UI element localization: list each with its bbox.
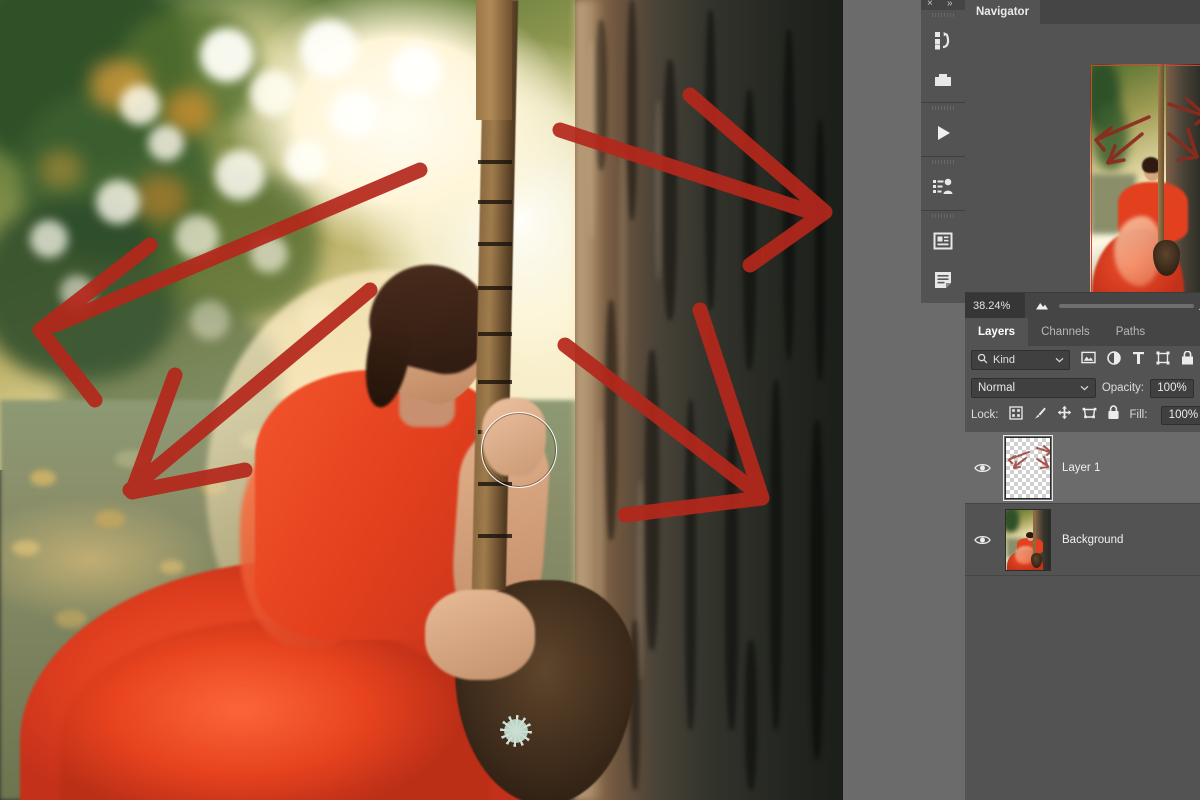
collapsed-panel-dock: × » (921, 0, 965, 245)
notes-icon[interactable] (921, 260, 965, 299)
lock-all-icon[interactable] (1107, 405, 1120, 425)
lock-transparent-pixels-icon[interactable] (1009, 406, 1023, 425)
properties-icon[interactable] (921, 221, 965, 260)
chevron-down-icon (1080, 382, 1089, 394)
woman-figure (0, 0, 843, 800)
filter-kind-label: Kind (993, 354, 1050, 366)
fill-field[interactable]: 100% (1161, 406, 1200, 425)
filter-pixel-icon[interactable] (1081, 351, 1096, 369)
layer-name[interactable]: Layer 1 (1056, 462, 1100, 474)
layer-visibility-toggle[interactable] (965, 462, 1000, 474)
dock-grip[interactable] (921, 103, 965, 113)
navigator-view-box[interactable] (1091, 65, 1200, 297)
dock-titlebar: × » (921, 0, 965, 10)
blend-mode-select[interactable]: Normal (971, 378, 1096, 398)
blend-mode-value: Normal (978, 382, 1080, 394)
navigator-zoom-bar: 38.24% (965, 292, 1200, 318)
document-canvas[interactable] (0, 0, 843, 800)
lock-row: Lock: (965, 402, 1200, 428)
layer-filter-row: Kind (965, 346, 1200, 374)
layer-thumbnail[interactable] (1000, 437, 1056, 499)
background-layer-image (0, 0, 843, 800)
lock-image-pixels-icon[interactable] (1033, 406, 1047, 425)
right-panel-column: Navigator (965, 0, 1200, 800)
workspace (0, 0, 965, 800)
layer-thumbnail[interactable] (1000, 509, 1056, 571)
photoshop-window: × » (0, 0, 1200, 800)
dock-grip[interactable] (921, 157, 965, 167)
lock-artboard-nesting-icon[interactable] (1082, 406, 1097, 425)
tab-paths[interactable]: Paths (1103, 318, 1158, 346)
libraries-icon[interactable] (921, 20, 965, 59)
zoom-slider[interactable] (1059, 304, 1194, 308)
tab-navigator[interactable]: Navigator (965, 0, 1040, 24)
lower-hand (425, 590, 535, 680)
dock-grip[interactable] (921, 10, 965, 20)
opacity-field[interactable]: 100% (1150, 379, 1194, 398)
close-icon[interactable]: × (927, 0, 933, 9)
tab-layers[interactable]: Layers (965, 318, 1028, 346)
tab-channels[interactable]: Channels (1028, 318, 1103, 346)
zoom-level-field[interactable]: 38.24% (965, 293, 1025, 319)
filter-icon-group (1081, 351, 1194, 370)
expand-panels-icon[interactable]: » (947, 0, 953, 9)
clone-source-icon[interactable] (921, 167, 965, 206)
lock-position-icon[interactable] (1057, 405, 1072, 425)
filter-type-icon[interactable] (1132, 351, 1145, 370)
table-row[interactable]: Layer 1 (965, 432, 1200, 504)
chevron-down-icon (1055, 354, 1064, 366)
dock-grip[interactable] (921, 211, 965, 221)
layer-list: Layer 1 (965, 432, 1200, 576)
layer-visibility-toggle[interactable] (965, 534, 1000, 546)
opacity-label: Opacity: (1102, 382, 1144, 394)
navigator-tabbar: Navigator (965, 0, 1200, 24)
table-row[interactable]: Background (965, 504, 1200, 576)
dock-group-2 (921, 103, 965, 157)
blend-opacity-row: Normal Opacity: 100% (965, 374, 1200, 402)
zoom-out-icon[interactable] (1025, 300, 1059, 311)
navigator-body[interactable] (965, 24, 1200, 292)
lute-rosette (492, 707, 540, 755)
layer-name[interactable]: Background (1056, 534, 1123, 546)
filter-shape-icon[interactable] (1156, 351, 1170, 370)
filter-smart-object-icon[interactable] (1181, 351, 1194, 370)
lock-label: Lock: (971, 409, 999, 421)
dock-group-4 (921, 211, 965, 303)
navigator-panel: Navigator (965, 0, 1200, 292)
filter-kind-select[interactable]: Kind (971, 350, 1070, 370)
actions-icon[interactable] (921, 113, 965, 152)
layers-panel: Layers Channels Paths Kind (965, 318, 1200, 800)
dock-group-1 (921, 10, 965, 103)
adjustments-icon[interactable] (921, 59, 965, 98)
lute-headstock (476, 0, 512, 120)
dock-group-3 (921, 157, 965, 211)
brush-cursor (481, 412, 557, 488)
search-icon (977, 353, 988, 367)
filter-adjustment-icon[interactable] (1107, 351, 1121, 370)
layers-tabbar: Layers Channels Paths (965, 318, 1200, 346)
fill-label: Fill: (1130, 409, 1152, 421)
